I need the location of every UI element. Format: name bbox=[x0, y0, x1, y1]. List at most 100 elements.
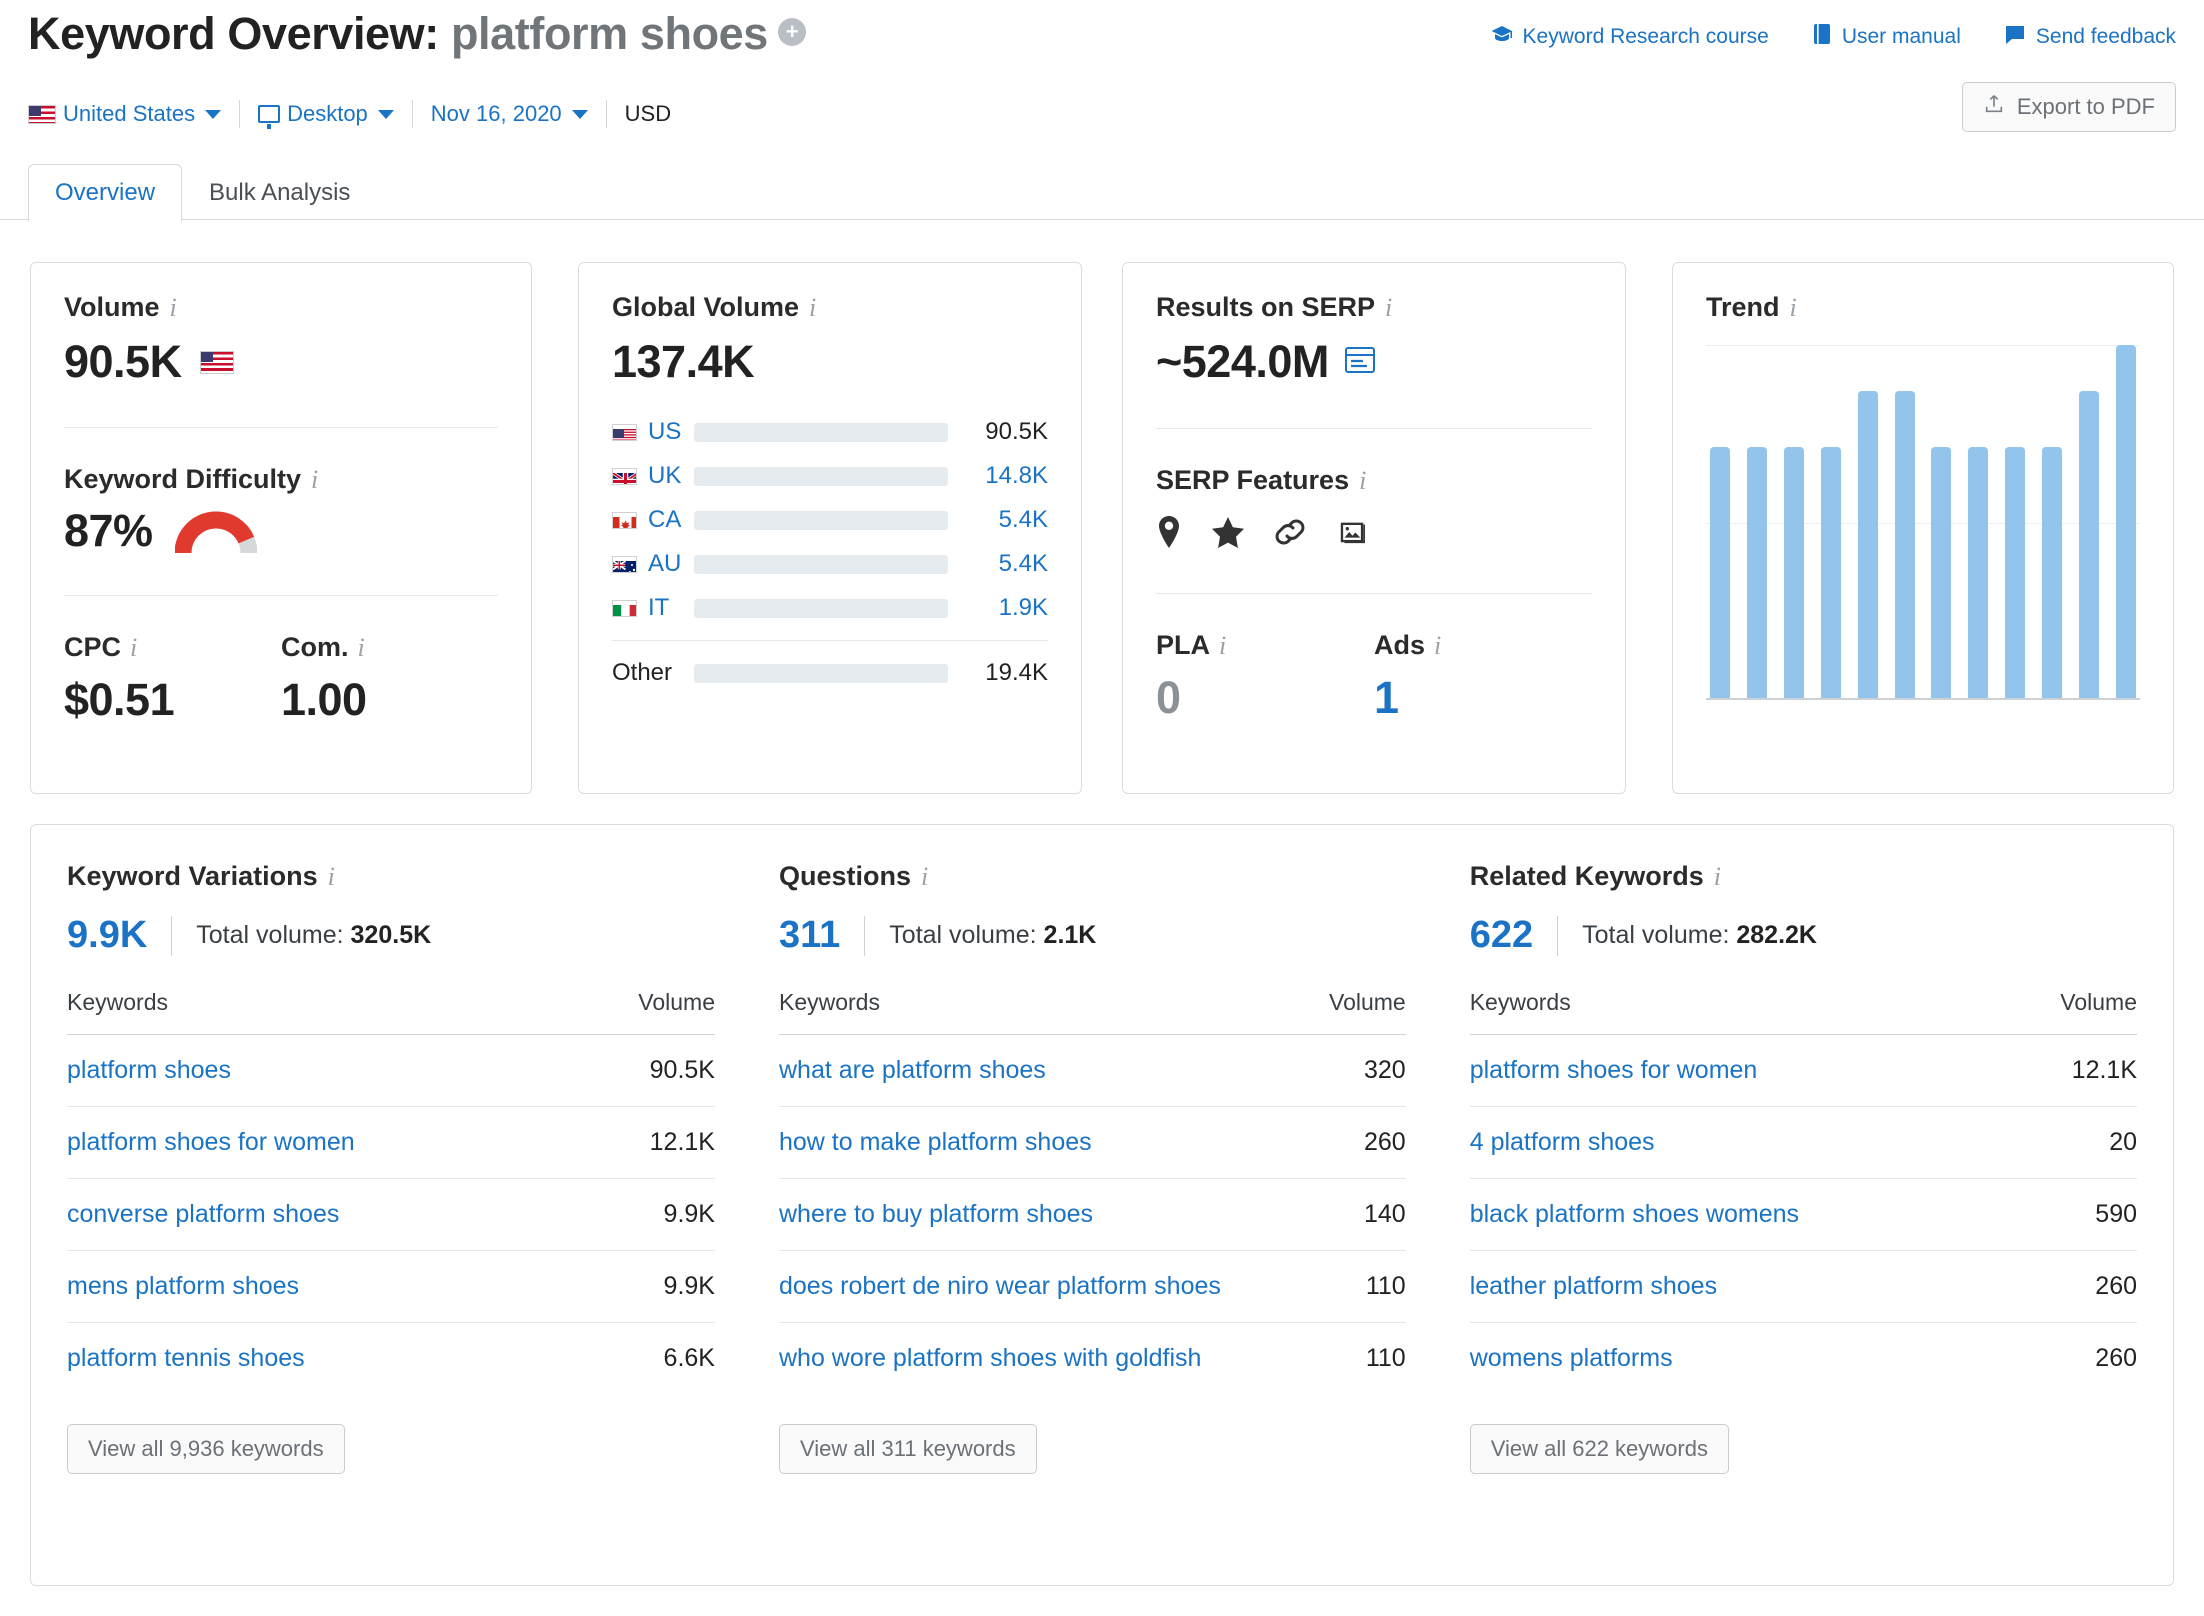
keyword-link[interactable]: platform shoes for women bbox=[67, 1128, 355, 1156]
date-selector[interactable]: Nov 16, 2020 bbox=[413, 97, 606, 131]
trend-bar[interactable] bbox=[1710, 447, 1730, 698]
trend-bar[interactable] bbox=[1968, 447, 1989, 698]
trend-card: Trend i bbox=[1672, 262, 2174, 794]
info-icon[interactable]: i bbox=[328, 862, 335, 892]
keyword-research-course-link[interactable]: Keyword Research course bbox=[1490, 22, 1769, 52]
volume-title: Volume i bbox=[64, 292, 498, 323]
view-all-keyword-variations-button[interactable]: View all 9,936 keywords bbox=[67, 1424, 345, 1474]
info-icon[interactable]: i bbox=[358, 633, 365, 663]
tab-label: Bulk Analysis bbox=[209, 179, 351, 206]
keyword-link[interactable]: mens platform shoes bbox=[67, 1272, 299, 1300]
trend-bar[interactable] bbox=[1783, 447, 1804, 698]
link-icon[interactable] bbox=[1274, 517, 1306, 552]
column-header-volume[interactable]: Volume bbox=[1313, 989, 1406, 1035]
difficulty-gauge bbox=[174, 509, 258, 554]
keyword-variations-count[interactable]: 9.9K bbox=[67, 914, 147, 957]
export-to-pdf-button[interactable]: Export to PDF bbox=[1961, 82, 2176, 132]
trend-bar[interactable] bbox=[2115, 345, 2136, 698]
country-code[interactable]: AU bbox=[612, 550, 694, 578]
trend-bar[interactable] bbox=[2079, 390, 2100, 698]
trend-bar[interactable] bbox=[1894, 390, 1915, 698]
table-row: platform shoes for women 12.1K bbox=[1469, 1034, 2138, 1107]
image-pack-icon[interactable] bbox=[1336, 518, 1368, 551]
volume-bar-track bbox=[694, 510, 948, 530]
keyword-link[interactable]: what are platform shoes bbox=[779, 1056, 1046, 1084]
total-volume-label: Total volume: bbox=[196, 921, 344, 949]
country-code[interactable]: IT bbox=[612, 594, 694, 622]
info-icon[interactable]: i bbox=[1359, 466, 1366, 496]
questions-section: Questions i 311 Total volume: 2.1K Keywo… bbox=[757, 861, 1448, 1474]
column-header-keywords[interactable]: Keywords bbox=[67, 989, 579, 1035]
keyword-cell: platform shoes for women bbox=[1470, 1035, 2011, 1107]
tab-label: Overview bbox=[55, 179, 156, 206]
info-icon[interactable]: i bbox=[921, 862, 928, 892]
column-header-keywords[interactable]: Keywords bbox=[1469, 989, 2011, 1035]
keyword-link[interactable]: 4 platform shoes bbox=[1470, 1128, 1655, 1156]
related-keywords-title: Related Keywords i bbox=[1470, 861, 2137, 892]
info-icon[interactable]: i bbox=[1714, 862, 1721, 892]
country-code[interactable]: UK bbox=[612, 462, 694, 490]
map-pin-icon[interactable] bbox=[1156, 516, 1182, 553]
keyword-cell: what are platform shoes bbox=[779, 1035, 1313, 1107]
upload-icon bbox=[1983, 92, 2005, 122]
questions-count[interactable]: 311 bbox=[779, 914, 840, 957]
column-header-volume[interactable]: Volume bbox=[578, 989, 715, 1035]
info-icon[interactable]: i bbox=[1790, 293, 1797, 323]
ads-value[interactable]: 1 bbox=[1374, 672, 1592, 724]
info-icon[interactable]: i bbox=[130, 633, 137, 663]
keyword-difficulty-title: Keyword Difficulty i bbox=[64, 464, 498, 495]
user-manual-link[interactable]: User manual bbox=[1811, 22, 1961, 52]
volume-cell: 260 bbox=[2095, 1344, 2138, 1372]
view-all-questions-button[interactable]: View all 311 keywords bbox=[778, 1424, 1037, 1474]
view-all-related-keywords-button[interactable]: View all 622 keywords bbox=[1469, 1424, 1729, 1474]
info-icon[interactable]: i bbox=[170, 293, 177, 323]
column-header-volume[interactable]: Volume bbox=[2010, 989, 2138, 1035]
table-row: platform tennis shoes 6.6K bbox=[67, 1322, 715, 1395]
volume-cell: 6.6K bbox=[663, 1344, 715, 1372]
competition-label: Com. bbox=[281, 632, 349, 662]
info-icon[interactable]: i bbox=[1385, 293, 1392, 323]
keyword-link[interactable]: black platform shoes womens bbox=[1470, 1200, 1799, 1228]
send-feedback-link[interactable]: Send feedback bbox=[2003, 22, 2176, 52]
serp-preview-icon[interactable] bbox=[1344, 345, 1378, 380]
keyword-link[interactable]: who wore platform shoes with goldfish bbox=[779, 1344, 1201, 1372]
cpc-block: CPC i $0.51 bbox=[64, 632, 281, 726]
star-icon[interactable] bbox=[1212, 516, 1244, 553]
keyword-link[interactable]: converse platform shoes bbox=[67, 1200, 339, 1228]
trend-bar[interactable] bbox=[1857, 390, 1878, 698]
add-keyword-icon[interactable]: + bbox=[777, 18, 806, 46]
tab-bulk-analysis[interactable]: Bulk Analysis bbox=[182, 164, 377, 222]
trend-bar[interactable] bbox=[2042, 447, 2063, 698]
keyword-link[interactable]: where to buy platform shoes bbox=[779, 1200, 1093, 1228]
trend-bar[interactable] bbox=[1746, 447, 1767, 698]
trend-bar[interactable] bbox=[1820, 447, 1841, 698]
column-header-keywords[interactable]: Keywords bbox=[778, 989, 1313, 1035]
keyword-cell: womens platforms bbox=[1470, 1323, 2011, 1395]
trend-bar[interactable] bbox=[1931, 447, 1952, 698]
keyword-link[interactable]: platform shoes bbox=[67, 1056, 231, 1084]
currency-label: USD bbox=[624, 101, 672, 126]
keyword-link[interactable]: how to make platform shoes bbox=[779, 1128, 1092, 1156]
keyword-link[interactable]: does robert de niro wear platform shoes bbox=[779, 1272, 1221, 1300]
keyword-link[interactable]: platform tennis shoes bbox=[67, 1344, 305, 1372]
related-keywords-count[interactable]: 622 bbox=[1470, 914, 1533, 957]
keyword-cell: leather platform shoes bbox=[1470, 1251, 2011, 1323]
country-code[interactable]: CA bbox=[612, 506, 694, 534]
database-selector[interactable]: United States bbox=[28, 97, 239, 131]
info-icon[interactable]: i bbox=[311, 465, 318, 495]
keyword-link[interactable]: womens platforms bbox=[1470, 1344, 1673, 1372]
kd-label: Keyword Difficulty bbox=[64, 464, 302, 494]
info-icon[interactable]: i bbox=[1219, 631, 1226, 661]
volume-card: Volume i 90.5K Keyword Difficulty i 87% bbox=[30, 262, 532, 794]
keyword-link[interactable]: platform shoes for women bbox=[1470, 1056, 1758, 1084]
keyword-cell: 4 platform shoes bbox=[1470, 1107, 2011, 1179]
info-icon[interactable]: i bbox=[809, 293, 816, 323]
info-icon[interactable]: i bbox=[1434, 631, 1441, 661]
page-title-keyword: platform shoes bbox=[450, 8, 768, 59]
keyword-link[interactable]: leather platform shoes bbox=[1470, 1272, 1717, 1300]
trend-bar[interactable] bbox=[2005, 447, 2026, 698]
report-filters: United States Desktop Nov 16, 2020 USD bbox=[28, 97, 671, 131]
tab-overview[interactable]: Overview bbox=[28, 164, 183, 222]
device-selector[interactable]: Desktop bbox=[240, 97, 412, 131]
header-links: Keyword Research course User manual Send… bbox=[1490, 22, 2176, 52]
